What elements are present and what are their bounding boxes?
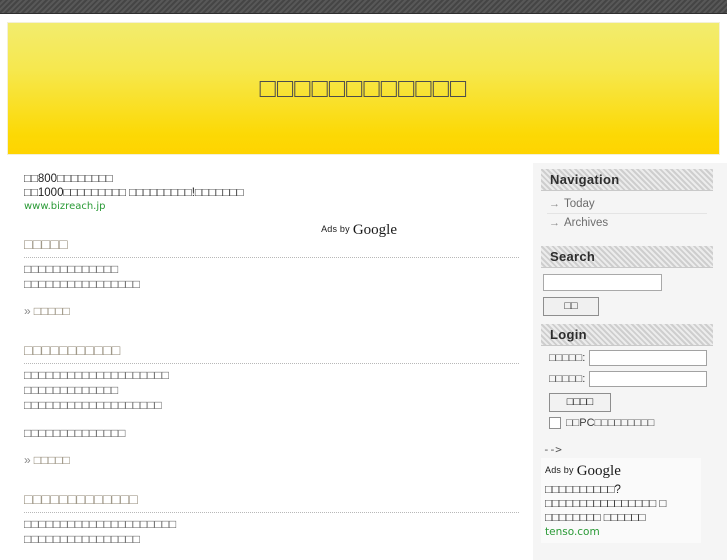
article-paragraph: □□□□□□□□□□□□□ □□□□□□□□□□□□□□□□ [24,262,140,291]
sidebar-google-ad[interactable]: Ads by Google □□□□□□□□□□? □□□□□□□□□□□□□□□… [541,457,701,543]
article-entry: □□□□□□□□□□□ □□□□□□□□□□□□□□□□□□□□ □□□□□□□… [24,341,519,468]
site-title: □□□□□□□□□□□□ [259,73,468,104]
login-form: □□□□□: □□□□□: □□□□ □□PC□□□□□□□□□ [541,346,713,435]
article-title[interactable]: □□□□□ [24,235,519,255]
sidebar: Navigation → Today → Archives Search □□ Lo… [533,163,727,560]
article-readmore-link[interactable]: □□□□□ [34,453,70,467]
ad-headline-line-2: □□1000□□□□□□□□□ □□□□□□□□□!□□□□□□□ [24,186,244,199]
login-password-row: □□□□□: [547,371,707,387]
search-button[interactable]: □□ [543,297,599,316]
article-body: □□□□□□□□□□□□□□□□□□□□ □□□□□□□□□□□□□ □□□□□… [24,368,519,441]
login-username-row: □□□□□: [547,350,707,366]
sidebar-heading-search: Search [541,246,713,268]
article-title[interactable]: □□□□□□□□□□□ [24,341,519,361]
sidebar-ad-line-1: □□□□□□□□□□? [545,483,621,496]
sidebar-ad-line-2: □□□□□□□□□□□□□□□□ □ [545,497,667,510]
article-body: □□□□□□□□□□□□□□□□□□□□□ □□□□□□□□□□□□□□□□ [24,517,519,547]
ads-by-google-label: Ads by Google [545,463,621,480]
article-divider [24,512,519,513]
article-divider [24,257,519,258]
search-input[interactable] [543,274,662,291]
sidebar-item-today[interactable]: → Today [547,195,707,214]
sidebar-heading-login: Login [541,324,713,346]
sidebar-ad-line-3: □□□□□□□□ □□□□□□ [545,511,646,524]
site-header-banner: □□□□□□□□□□□□ [7,22,720,155]
login-password-label: □□□□□: [549,373,586,385]
main-content-column: □□800□□□□□□□□ □□1000□□□□□□□□□ □□□□□□□□□!… [0,163,533,560]
sidebar-item-label: Archives [564,217,609,229]
sidebar-heading-navigation: Navigation [541,169,713,191]
sidebar-section-login: Login □□□□□: □□□□□: □□□□ □□PC□□□□□□□□□ [541,324,713,435]
login-submit-button[interactable]: □□□□ [549,392,611,412]
login-username-input[interactable] [589,350,707,366]
article-title[interactable]: □□□□□□□□□□□□□ [24,490,519,510]
arrow-right-icon: → [549,198,560,210]
ad-display-url[interactable]: www.bizreach.jp [24,200,519,213]
sidebar-section-navigation: Navigation → Today → Archives [541,169,713,238]
login-password-input[interactable] [589,371,707,387]
article-entry: □□□□□ □□□□□□□□□□□□□ □□□□□□□□□□□□□□□□ » □□… [24,235,519,319]
article-body: □□□□□□□□□□□□□ □□□□□□□□□□□□□□□□ [24,262,519,292]
sidebar-item-archives[interactable]: → Archives [547,214,707,232]
ads-by-google-label: Ads by Google [321,222,397,239]
sidebar-ad-display-url[interactable]: tenso.com [545,525,697,539]
article-divider [24,363,519,364]
article-readmore-link[interactable]: □□□□□ [34,304,70,318]
sidebar-section-search: Search □□ [541,246,713,316]
html-comment-artifact: --> [543,442,562,456]
arrow-right-icon: → [549,217,560,229]
ads-by-google-attribution-sidebar[interactable]: Ads by Google [545,460,697,480]
login-username-label: □□□□□: [549,352,586,364]
article-readmore[interactable]: » □□□□□ [24,453,519,468]
article-readmore[interactable]: » □□□□□ [24,304,519,319]
remember-me-label: □□PC□□□□□□□□□ [566,416,655,429]
article-entry: □□□□□□□□□□□□□ □□□□□□□□□□□□□□□□□□□□□ □□□□… [24,490,519,547]
article-paragraph: □□□□□□□□□□□□□□□□□□□□ □□□□□□□□□□□□□ □□□□□… [24,368,169,412]
search-form: □□ [541,268,713,316]
sidebar-navigation-list: → Today → Archives [541,191,713,238]
google-wordmark: Google [352,222,397,238]
article-paragraph: □□□□□□□□□□□□□□□□□□□□□ □□□□□□□□□□□□□□□□ [24,517,177,546]
sidebar-item-label: Today [564,198,595,210]
content-google-ad[interactable]: □□800□□□□□□□□ □□1000□□□□□□□□□ □□□□□□□□□!… [24,173,519,213]
ads-by-text: Ads by [321,224,350,234]
page-root: □□□□□□□□□□□□ □□800□□□□□□□□ □□1000□□□□□□□… [0,15,727,560]
remember-me-checkbox[interactable] [549,416,561,429]
ads-by-text: Ads by [545,464,574,475]
login-submit-row: □□□□ [547,392,707,412]
chevron-double-right-icon: » [24,304,31,318]
chevron-double-right-icon: » [24,453,31,467]
ad-headline-line-1: □□800□□□□□□□□ [24,173,113,185]
ads-by-google-attribution-content[interactable]: Ads by Google [24,219,519,238]
browser-chrome-stripe-bar [0,0,727,14]
article-paragraph: □□□□□□□□□□□□□□ [24,426,126,440]
google-wordmark: Google [576,462,621,479]
login-remember-row[interactable]: □□PC□□□□□□□□□ [547,416,707,429]
